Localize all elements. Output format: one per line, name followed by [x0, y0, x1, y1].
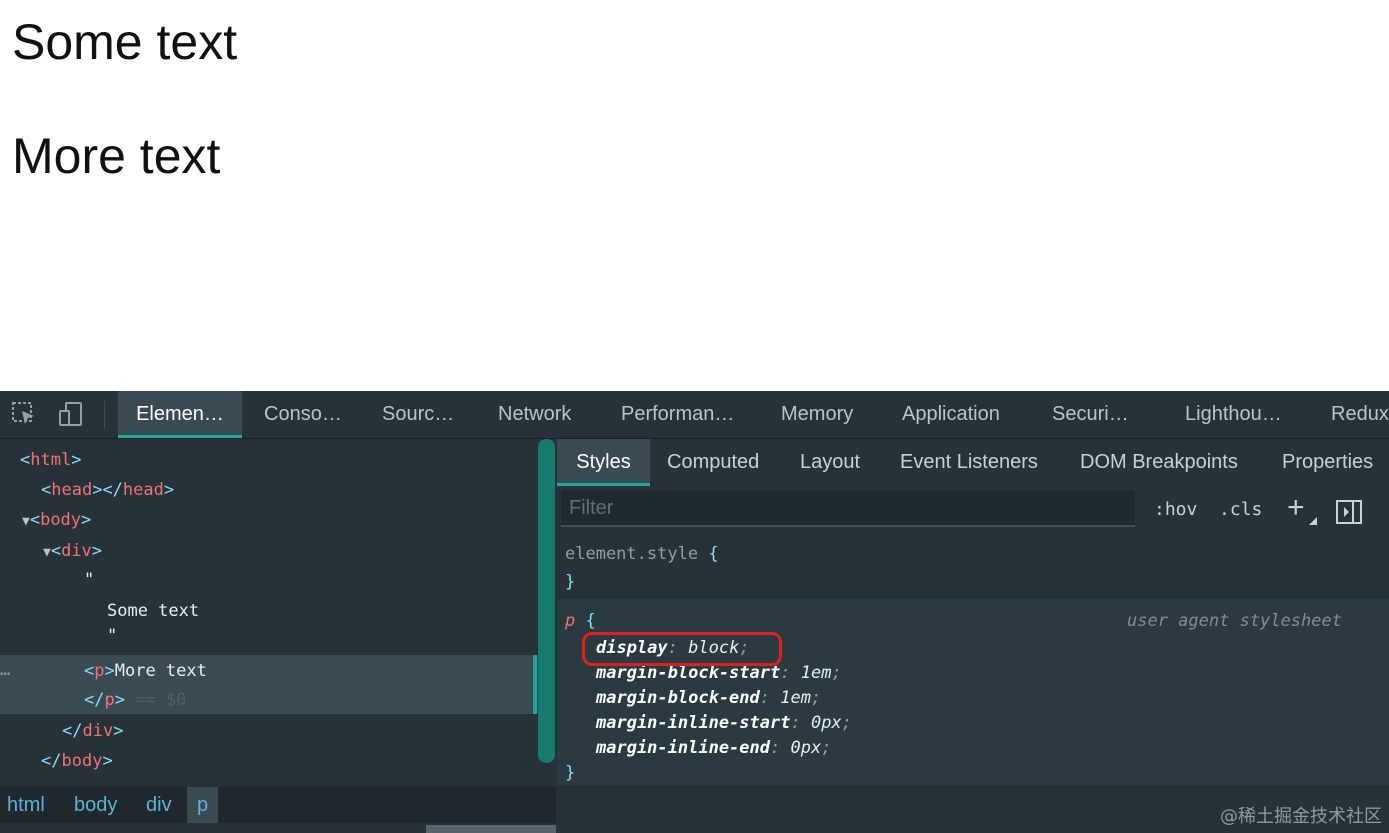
page-text-some: Some text [12, 14, 238, 70]
tab-console[interactable]: Conso… [264, 391, 342, 438]
dom-text-node[interactable]: Some text [107, 596, 199, 626]
new-style-rule-button[interactable]: + [1287, 493, 1305, 523]
devtools-tab-bar: Elemen… Conso… Sourc… Network Performan…… [0, 391, 1389, 439]
tab-application[interactable]: Application [902, 391, 1000, 438]
rule-source-label: user agent stylesheet [1127, 611, 1342, 631]
dom-node-div-close[interactable]: </div> [62, 716, 123, 746]
expand-triangle-icon[interactable]: ▼ [43, 545, 51, 560]
tab-security[interactable]: Securi… [1052, 391, 1129, 438]
display-highlight-oval [582, 632, 782, 666]
element-style-rule: element.style { } [557, 537, 1389, 595]
styles-filter-input[interactable] [561, 491, 1135, 527]
watermark: @稀土掘金技术社区 [1220, 806, 1382, 827]
dom-tree-scrollbar[interactable] [538, 439, 555, 763]
tab-lighthouse[interactable]: Lighthou… [1185, 391, 1282, 438]
tab-elements[interactable]: Elemen… [118, 391, 242, 438]
selected-node-hint: == $0 [135, 690, 187, 710]
p-rule-close: } [565, 763, 576, 783]
breadcrumb-html[interactable]: html [7, 787, 45, 823]
dom-node-p-close[interactable]: </p> == $0 [84, 685, 186, 715]
dom-text-quote-open: " [84, 570, 95, 590]
styles-filter-bar: :hov .cls + [557, 487, 1389, 537]
p-rule-selector[interactable]: p { [565, 609, 596, 634]
tab-dom-breakpoints[interactable]: DOM Breakpoints [1080, 439, 1238, 486]
dom-selected-marker [533, 655, 537, 714]
dom-node-body-close[interactable]: </body> [41, 746, 113, 776]
page-text-more: More text [12, 128, 221, 184]
breadcrumb-p[interactable]: p [187, 787, 219, 823]
p-user-agent-rule: p { user agent stylesheet display: block… [557, 599, 1389, 785]
tab-event-listeners[interactable]: Event Listeners [900, 439, 1038, 486]
declaration-margin-inline-end[interactable]: margin-inline-end: 0px; [596, 736, 831, 761]
declaration-margin-block-end[interactable]: margin-block-end: 1em; [596, 686, 821, 711]
dom-tree: <html> <head></head> ▼<body> ▼<div> " So… [0, 439, 556, 787]
dom-node-p[interactable]: <p>More text [84, 656, 207, 686]
dom-text-quote-close: " [107, 626, 118, 646]
dom-node-head[interactable]: <head></head> [41, 475, 174, 505]
tab-memory[interactable]: Memory [781, 391, 853, 438]
tab-layout[interactable]: Layout [800, 439, 860, 486]
breadcrumb-div[interactable]: div [146, 787, 172, 823]
dom-selected-row[interactable] [0, 655, 538, 714]
tab-properties[interactable]: Properties [1282, 439, 1373, 486]
breadcrumb-scroll-thumb[interactable] [426, 825, 556, 833]
dom-row-ellipsis[interactable]: … [0, 655, 10, 685]
tab-network[interactable]: Network [498, 391, 571, 438]
page-viewport: Some text More text [0, 0, 1389, 391]
inspect-element-icon[interactable] [11, 401, 37, 427]
element-style-close: } [565, 572, 576, 592]
breadcrumb: html body div p [0, 787, 556, 823]
breadcrumb-body[interactable]: body [74, 787, 117, 823]
hov-toggle-button[interactable]: :hov [1154, 499, 1197, 520]
tab-redux[interactable]: Redux [1331, 391, 1389, 438]
tab-styles[interactable]: Styles [557, 439, 650, 486]
devtools-panel: Elemen… Conso… Sourc… Network Performan…… [0, 391, 1389, 833]
tab-performance[interactable]: Performan… [621, 391, 734, 438]
dom-node-body[interactable]: ▼<body> [22, 505, 91, 535]
cls-toggle-button[interactable]: .cls [1219, 499, 1262, 520]
expand-triangle-icon[interactable]: ▼ [22, 514, 30, 529]
tab-sources[interactable]: Sourc… [382, 391, 454, 438]
device-toolbar-icon[interactable] [58, 401, 84, 427]
new-rule-corner-icon [1309, 517, 1317, 525]
toolbar-divider [104, 401, 105, 429]
computed-sidebar-toggle-icon[interactable] [1336, 499, 1362, 525]
declaration-margin-inline-start[interactable]: margin-inline-start: 0px; [596, 711, 852, 736]
element-style-selector[interactable]: element.style { [565, 542, 719, 567]
dom-node-div[interactable]: ▼<div> [43, 536, 102, 566]
tab-computed[interactable]: Computed [667, 439, 759, 486]
dom-node-html[interactable]: <html> [20, 445, 81, 475]
